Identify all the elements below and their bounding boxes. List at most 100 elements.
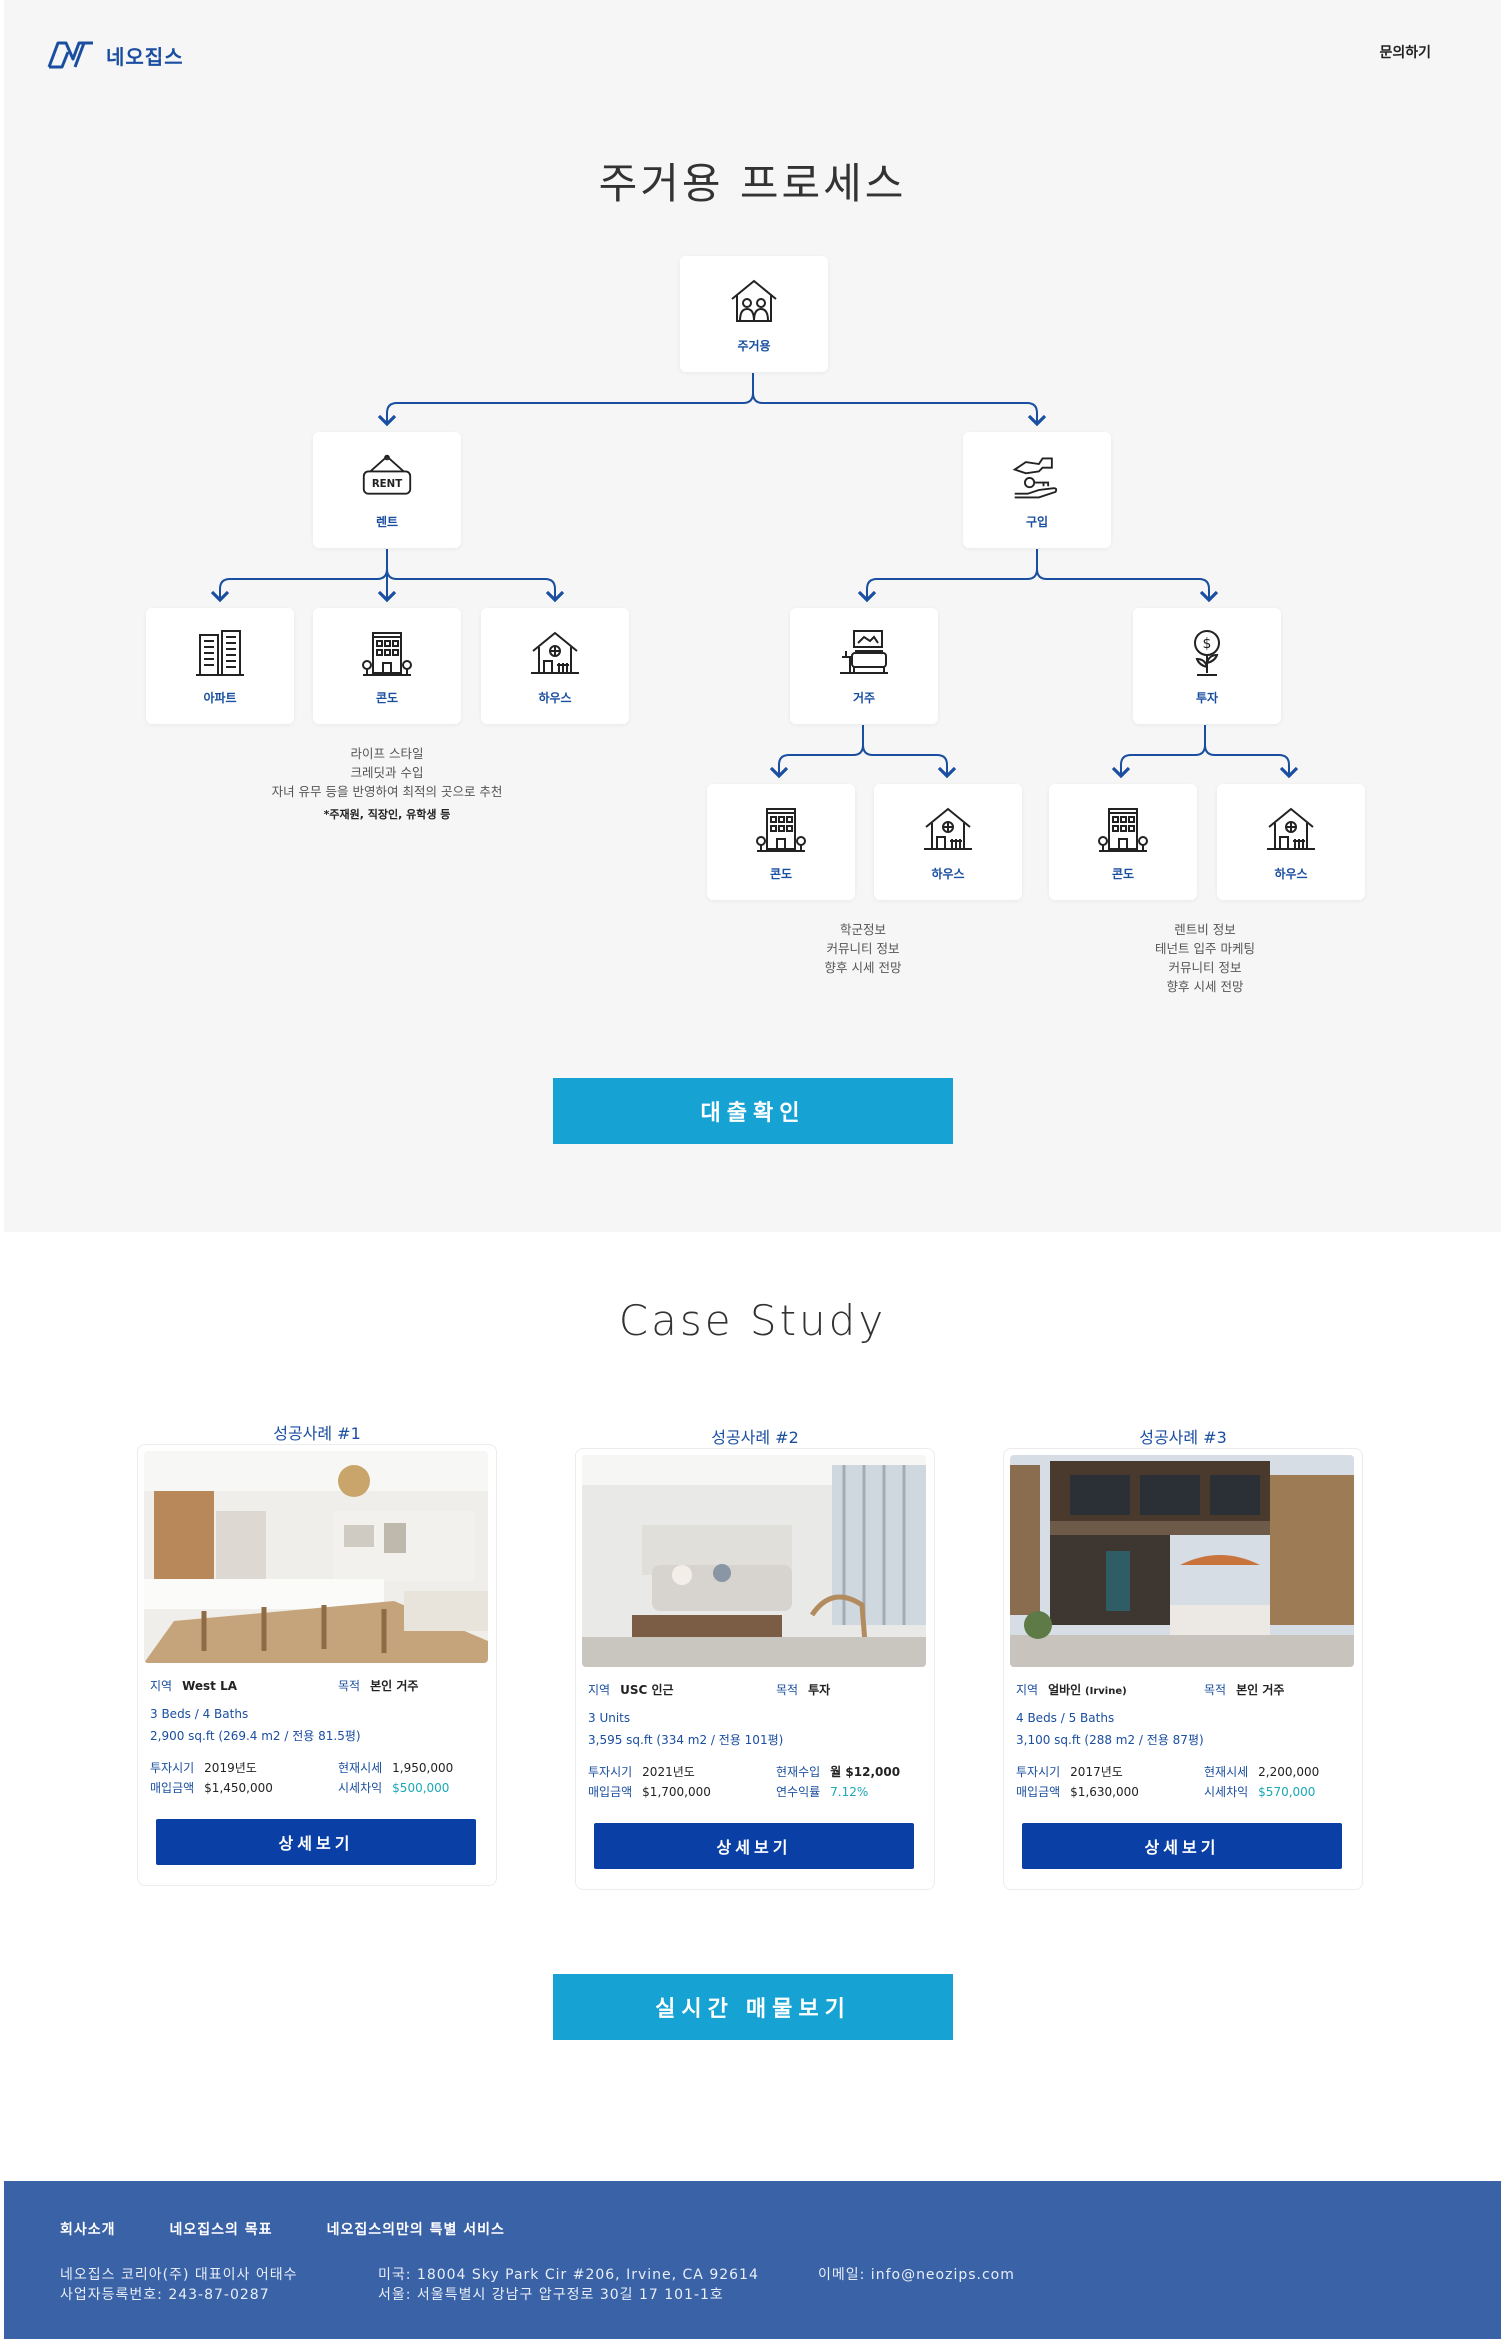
node-live[interactable]: 거주 xyxy=(790,608,938,724)
loan-check-button[interactable]: 대출확인 xyxy=(553,1078,953,1144)
region-key: 지역 xyxy=(150,1679,173,1693)
case-purpose: 목적 투자 xyxy=(776,1681,830,1698)
case-invest-period: 투자시기 2019년도 xyxy=(150,1759,257,1776)
investment-icon: $ xyxy=(1181,627,1233,679)
node-label: 콘도 xyxy=(769,866,793,881)
case-spec2: 2,900 sq.ft (269.4 m2 / 전용 81.5평) xyxy=(150,1729,361,1743)
condo-icon xyxy=(1097,803,1149,855)
live-note: 학군정보 커뮤니티 정보 향후 시세 전망 xyxy=(763,920,963,977)
case-purchase: 매입금액 $1,700,000 xyxy=(588,1783,711,1800)
house-icon xyxy=(529,627,581,679)
node-label: 거주 xyxy=(852,690,876,705)
case-purpose: 목적 본인 거주 xyxy=(1204,1681,1284,1698)
footer-email[interactable]: 이메일: info@neozips.com xyxy=(818,2265,1015,2285)
node-rent[interactable]: RENT 렌트 xyxy=(313,432,461,548)
purchase-value: $1,450,000 xyxy=(204,1781,273,1795)
footer-address: 미국: 18004 Sky Park Cir #206, Irvine, CA … xyxy=(378,2265,759,2305)
node-residential[interactable]: 주거용 xyxy=(680,256,828,372)
footer-link-goal[interactable]: 네오집스의 목표 xyxy=(170,2219,273,2239)
case-photo-living xyxy=(582,1455,926,1667)
invest-note: 렌트비 정보 테넌트 입주 마케팅 커뮤니티 정보 향후 시세 전망 xyxy=(1105,920,1305,996)
case-region: 지역 USC 인근 xyxy=(588,1681,674,1698)
footer-link-services[interactable]: 네오집스의만의 특별 서비스 xyxy=(327,2219,505,2239)
purchase-key: 매입금액 xyxy=(588,1785,633,1799)
invest-note-line: 테넌트 입주 마케팅 xyxy=(1155,941,1255,956)
condo-icon xyxy=(755,803,807,855)
footer-link-about[interactable]: 회사소개 xyxy=(60,2219,116,2239)
live-listings-button[interactable]: 실시간 매물보기 xyxy=(553,1974,953,2040)
case-photo-kitchen xyxy=(144,1451,488,1663)
rent-note: 라이프 스타일 크레딧과 수입 자녀 유무 등을 반영하여 최적의 곳으로 추천… xyxy=(250,744,524,824)
house-icon xyxy=(922,803,974,855)
node-invest-house[interactable]: 하우스 xyxy=(1217,784,1365,900)
address-us: 미국: 18004 Sky Park Cir #206, Irvine, CA … xyxy=(378,2267,759,2283)
current-key: 현재시세 xyxy=(1204,1765,1249,1779)
period-value: 2021년도 xyxy=(642,1765,695,1779)
node-condo[interactable]: 콘도 xyxy=(313,608,461,724)
house-icon xyxy=(1265,803,1317,855)
node-buy[interactable]: 구입 xyxy=(963,432,1111,548)
region-value: West LA xyxy=(182,1679,238,1693)
footer-nav: 회사소개 네오집스의 목표 네오집스의만의 특별 서비스 xyxy=(60,2219,505,2239)
purpose-value: 본인 거주 xyxy=(1236,1683,1285,1697)
purpose-key: 목적 xyxy=(776,1683,799,1697)
case-purpose: 목적 본인 거주 xyxy=(338,1677,418,1694)
case-detail-button[interactable]: 상세보기 xyxy=(594,1823,914,1869)
node-label: 하우스 xyxy=(1274,866,1308,881)
period-key: 투자시기 xyxy=(150,1761,195,1775)
purpose-key: 목적 xyxy=(338,1679,361,1693)
svg-text:$: $ xyxy=(1203,636,1212,652)
case-card: 지역 West LA 목적 본인 거주 3 Beds / 4 Baths 2,900… xyxy=(137,1444,497,1886)
case-detail-button[interactable]: 상세보기 xyxy=(1022,1823,1342,1869)
case-invest-period: 투자시기 2021년도 xyxy=(588,1763,695,1780)
node-live-condo[interactable]: 콘도 xyxy=(707,784,855,900)
purchase-value: $1,700,000 xyxy=(642,1785,711,1799)
gain-value: $500,000 xyxy=(392,1781,450,1795)
region-value: 얼바인 xyxy=(1048,1683,1082,1697)
living-room-icon xyxy=(838,627,890,679)
period-value: 2017년도 xyxy=(1070,1765,1123,1779)
case-spec1: 4 Beds / 5 Baths xyxy=(1016,1711,1115,1725)
case-purchase: 매입금액 $1,450,000 xyxy=(150,1779,273,1796)
period-key: 투자시기 xyxy=(588,1765,633,1779)
case-current-value: 현재시세 1,950,000 xyxy=(338,1759,453,1776)
case-purchase: 매입금액 $1,630,000 xyxy=(1016,1783,1139,1800)
case-study-title: Case Study xyxy=(618,1296,887,1345)
case-label: 성공사례 #2 xyxy=(711,1428,799,1447)
svg-text:RENT: RENT xyxy=(372,479,402,490)
node-live-house[interactable]: 하우스 xyxy=(874,784,1022,900)
rent-note-strong: *주재원, 직장인, 유학생 등 xyxy=(323,808,451,821)
footer-company: 네오집스 코리아(주) 대표이사 어태수 사업자등록번호: 243-87-028… xyxy=(60,2265,297,2305)
case-current-income: 현재수입 월 $12,000 xyxy=(776,1763,900,1780)
node-label: 주거용 xyxy=(737,338,771,353)
purchase-value: $1,630,000 xyxy=(1070,1785,1139,1799)
gain-value: $570,000 xyxy=(1258,1785,1316,1799)
rent-note-line: 라이프 스타일 xyxy=(350,746,424,761)
period-key: 투자시기 xyxy=(1016,1765,1061,1779)
rent-sign-icon: RENT xyxy=(361,451,413,503)
case-invest-period: 투자시기 2017년도 xyxy=(1016,1763,1123,1780)
node-apartment[interactable]: 아파트 xyxy=(146,608,294,724)
invest-note-line: 향후 시세 전망 xyxy=(1166,979,1244,994)
current-key: 현재시세 xyxy=(338,1761,383,1775)
node-label: 콘도 xyxy=(1111,866,1135,881)
invest-note-line: 렌트비 정보 xyxy=(1174,922,1236,937)
node-house[interactable]: 하우스 xyxy=(481,608,629,724)
case-current-value: 현재시세 2,200,000 xyxy=(1204,1763,1319,1780)
gain-key: 시세차익 xyxy=(1204,1785,1249,1799)
case-photo-exterior xyxy=(1010,1455,1354,1667)
period-value: 2019년도 xyxy=(204,1761,257,1775)
case-yield: 연수익률 7.12% xyxy=(776,1783,868,1800)
yield-key: 연수익률 xyxy=(776,1785,821,1799)
case-detail-button[interactable]: 상세보기 xyxy=(156,1819,476,1865)
region-value: USC 인근 xyxy=(620,1683,674,1697)
case-card: 지역 얼바인 (Irvine) 목적 본인 거주 4 Beds / 5 Baths … xyxy=(1003,1448,1363,1890)
node-invest[interactable]: $ 투자 xyxy=(1133,608,1281,724)
node-invest-condo[interactable]: 콘도 xyxy=(1049,784,1197,900)
case-region: 지역 West LA xyxy=(150,1677,237,1694)
region-key: 지역 xyxy=(1016,1683,1039,1697)
address-kr: 서울: 서울특별시 강남구 압구정로 30길 17 101-1호 xyxy=(378,2287,724,2303)
family-house-icon xyxy=(728,275,780,327)
purchase-key: 매입금액 xyxy=(1016,1785,1061,1799)
live-note-line: 커뮤니티 정보 xyxy=(826,941,900,956)
